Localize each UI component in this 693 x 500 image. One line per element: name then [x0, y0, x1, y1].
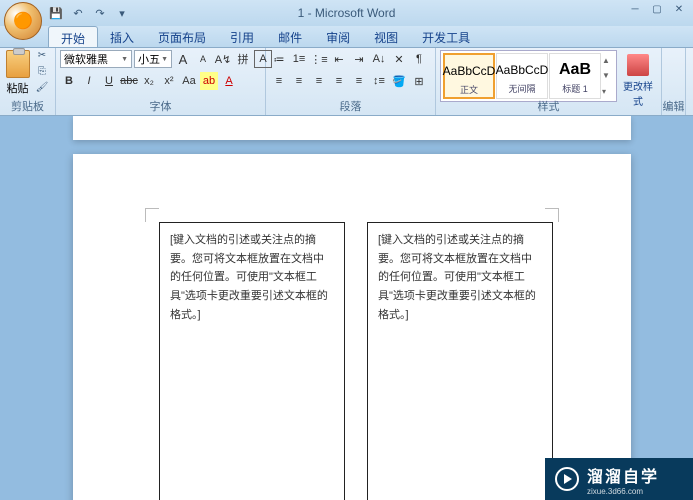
tab-mailings[interactable]: 邮件 — [266, 26, 314, 47]
paste-label: 粘贴 — [4, 80, 31, 96]
group-label-paragraph: 段落 — [266, 98, 435, 114]
italic-button[interactable]: I — [80, 72, 98, 90]
shrink-font-button[interactable]: A — [194, 50, 212, 68]
align-right-button[interactable]: ≡ — [310, 72, 328, 90]
group-label-clipboard: 剪贴板 — [0, 98, 55, 114]
font-color-button[interactable]: A — [220, 72, 238, 90]
office-button[interactable]: 🟠 — [4, 2, 42, 40]
group-label-edit: 编辑 — [662, 98, 685, 114]
distribute-button[interactable]: ≡ — [350, 72, 368, 90]
watermark-badge: 溜溜自学 zixue.3d66.com — [545, 458, 693, 500]
bullets-button[interactable]: ≔ — [270, 50, 288, 68]
format-painter-button[interactable]: 🖌 — [33, 82, 51, 96]
paste-button[interactable]: 粘贴 — [4, 50, 31, 98]
style-heading1[interactable]: AaB 标题 1 — [549, 53, 601, 99]
underline-button[interactable]: U — [100, 72, 118, 90]
group-font: 微软雅黑▼ 小五▼ A A A↯ 拼 A B I U abc x₂ x² Aa … — [56, 48, 266, 115]
style-preview: AaB — [550, 58, 600, 82]
minimize-button[interactable]: ─ — [625, 2, 645, 16]
watermark-brand: 溜溜自学 — [587, 463, 659, 487]
previous-page-edge — [73, 116, 631, 140]
margin-marker-tl — [145, 208, 159, 222]
style-expand-icon[interactable]: ▾ — [602, 87, 614, 96]
show-marks-button[interactable]: ¶ — [410, 50, 428, 68]
style-scroll-up-icon[interactable]: ▲ — [602, 56, 614, 65]
change-case-button[interactable]: Aa — [180, 72, 198, 90]
group-styles: AaBbCcD 正文 AaBbCcD 无间隔 AaB 标题 1 ▲ ▼ ▾ — [436, 48, 662, 115]
page[interactable]: [键入文档的引述或关注点的摘要。您可将文本框放置在文档中的任何位置。可使用"文本… — [73, 154, 631, 500]
close-button[interactable]: ✕ — [669, 2, 689, 16]
margin-marker-tr — [545, 208, 559, 222]
strikethrough-button[interactable]: abc — [120, 72, 138, 90]
sort-button[interactable]: A↓ — [370, 50, 388, 68]
quick-access-toolbar: 💾 ↶ ↷ ▾ — [48, 5, 130, 21]
tab-home[interactable]: 开始 — [48, 26, 98, 47]
multilevel-list-button[interactable]: ⋮≡ — [310, 50, 328, 68]
undo-button[interactable]: ↶ — [70, 5, 86, 21]
cut-button[interactable]: ✂ — [33, 50, 51, 64]
style-name: 正文 — [445, 83, 493, 96]
tab-page-layout[interactable]: 页面布局 — [146, 26, 218, 47]
qat-customize-icon[interactable]: ▾ — [114, 5, 130, 21]
group-label-font: 字体 — [56, 98, 265, 114]
text-box-right[interactable]: [键入文档的引述或关注点的摘要。您可将文本框放置在文档中的任何位置。可使用"文本… — [367, 222, 553, 500]
tab-developer[interactable]: 开发工具 — [410, 26, 482, 47]
tab-insert[interactable]: 插入 — [98, 26, 146, 47]
title-bar: 🟠 💾 ↶ ↷ ▾ 1 - Microsoft Word ─ ▢ ✕ — [0, 0, 693, 26]
align-left-button[interactable]: ≡ — [270, 72, 288, 90]
style-preview: AaBbCcD — [497, 58, 547, 82]
increase-indent-button[interactable]: ⇥ — [350, 50, 368, 68]
highlight-button[interactable]: ab — [200, 72, 218, 90]
group-label-styles: 样式 — [436, 98, 661, 114]
play-icon — [555, 467, 579, 491]
style-preview: AaBbCcD — [445, 59, 493, 83]
clear-format-button[interactable]: A↯ — [214, 50, 232, 68]
tab-review[interactable]: 审阅 — [314, 26, 362, 47]
redo-button[interactable]: ↷ — [92, 5, 108, 21]
subscript-button[interactable]: x₂ — [140, 72, 158, 90]
style-no-spacing[interactable]: AaBbCcD 无间隔 — [496, 53, 548, 99]
style-normal[interactable]: AaBbCcD 正文 — [443, 53, 495, 99]
shading-button[interactable]: 🪣 — [390, 72, 408, 90]
superscript-button[interactable]: x² — [160, 72, 178, 90]
style-name: 标题 1 — [550, 82, 600, 95]
tab-view[interactable]: 视图 — [362, 26, 410, 47]
window-title: 1 - Microsoft Word — [298, 6, 396, 20]
document-area[interactable]: [键入文档的引述或关注点的摘要。您可将文本框放置在文档中的任何位置。可使用"文本… — [0, 116, 693, 500]
text-box-left[interactable]: [键入文档的引述或关注点的摘要。您可将文本框放置在文档中的任何位置。可使用"文本… — [159, 222, 345, 500]
numbering-button[interactable]: 1≡ — [290, 50, 308, 68]
style-scroll-down-icon[interactable]: ▼ — [602, 71, 614, 80]
save-button[interactable]: 💾 — [48, 5, 64, 21]
tab-references[interactable]: 引用 — [218, 26, 266, 47]
window-controls: ─ ▢ ✕ — [625, 2, 689, 16]
style-name: 无间隔 — [497, 82, 547, 95]
align-center-button[interactable]: ≡ — [290, 72, 308, 90]
line-spacing-button[interactable]: ↕≡ — [370, 72, 388, 90]
maximize-button[interactable]: ▢ — [647, 2, 667, 16]
font-name-combo[interactable]: 微软雅黑▼ — [60, 50, 132, 68]
phonetic-guide-button[interactable]: 拼 — [234, 50, 252, 68]
grow-font-button[interactable]: A — [174, 50, 192, 68]
ribbon-tabs: 开始 插入 页面布局 引用 邮件 审阅 视图 开发工具 — [0, 26, 693, 48]
justify-button[interactable]: ≡ — [330, 72, 348, 90]
watermark-url: zixue.3d66.com — [587, 487, 659, 496]
group-paragraph: ≔ 1≡ ⋮≡ ⇤ ⇥ A↓ ✕ ¶ ≡ ≡ ≡ ≡ ≡ ↕≡ 🪣 ⊞ 段落 — [266, 48, 436, 115]
asian-layout-button[interactable]: ✕ — [390, 50, 408, 68]
change-styles-icon — [627, 54, 649, 76]
bold-button[interactable]: B — [60, 72, 78, 90]
borders-button[interactable]: ⊞ — [410, 72, 428, 90]
paste-icon — [6, 50, 30, 78]
group-clipboard: 粘贴 ✂ ⎘ 🖌 剪贴板 — [0, 48, 56, 115]
group-edit: 编辑 — [662, 48, 686, 115]
style-gallery[interactable]: AaBbCcD 正文 AaBbCcD 无间隔 AaB 标题 1 ▲ ▼ ▾ — [440, 50, 617, 102]
office-logo-icon: 🟠 — [13, 11, 33, 31]
font-size-combo[interactable]: 小五▼ — [134, 50, 172, 68]
copy-button[interactable]: ⎘ — [33, 66, 51, 80]
decrease-indent-button[interactable]: ⇤ — [330, 50, 348, 68]
ribbon: 粘贴 ✂ ⎘ 🖌 剪贴板 微软雅黑▼ 小五▼ A A A↯ 拼 A B I — [0, 48, 693, 116]
